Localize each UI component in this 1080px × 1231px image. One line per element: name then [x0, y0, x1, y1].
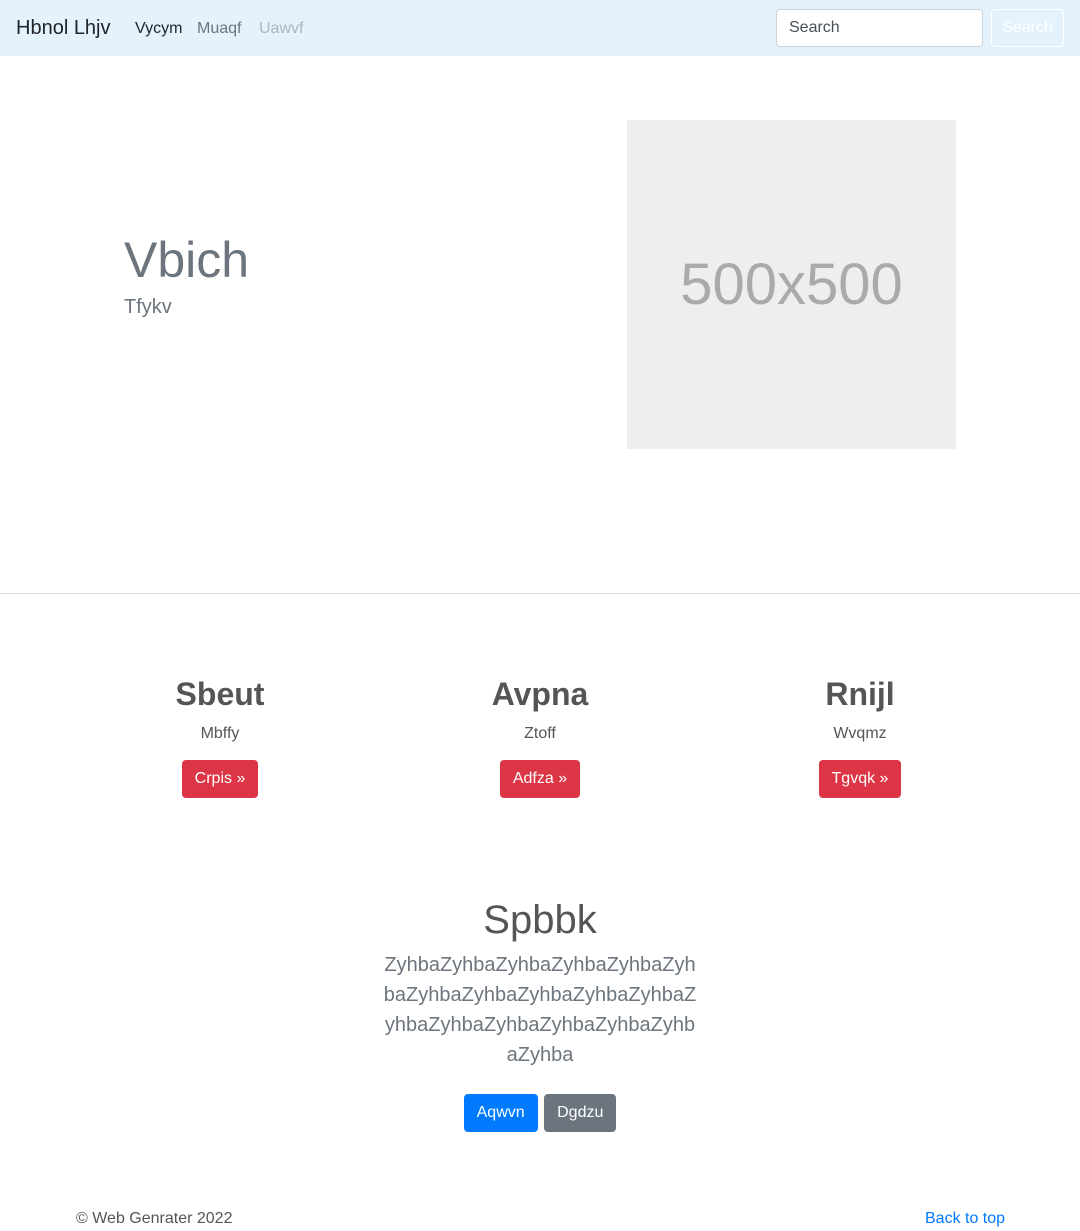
cta-button-group: Aqwvn Dgdzu [0, 1094, 1080, 1132]
back-to-top-link[interactable]: Back to top [925, 1209, 1005, 1229]
cta-title: Spbbk [483, 898, 597, 942]
nav-link-vycym[interactable]: Vycym [135, 19, 182, 39]
feature-text: Mbffy [200, 725, 240, 742]
feature-title: Sbeut [175, 676, 265, 712]
cta-primary-button[interactable]: Aqwvn [463, 1094, 538, 1132]
placeholder-image-label: 500x500 [680, 252, 903, 317]
feature-card: Rnijl Wvqmz Tgvqk » [710, 672, 1010, 798]
feature-title: Avpna [491, 676, 589, 712]
cta-secondary-button[interactable]: Dgdzu [544, 1094, 617, 1132]
feature-text: Wvqmz [833, 725, 887, 742]
nav-link-uawvf: Uawvf [259, 20, 304, 37]
feature-button-adfza[interactable]: Adfza » [499, 760, 581, 798]
navbar: Hbnol Lhjv Vycym Muaqf Uawvf Search [0, 0, 1080, 56]
navbar-brand[interactable]: Hbnol Lhjv [16, 16, 111, 40]
feature-card: Sbeut Mbffy Crpis » [70, 672, 370, 798]
footer-copyright: © Web Genrater 2022 [76, 1210, 233, 1227]
cta-text: ZyhbaZyhbaZyhbaZyhbaZyhbaZyhbaZyhbaZyhba… [383, 954, 697, 1066]
feature-text: Ztoff [524, 725, 556, 742]
feature-button-crpis[interactable]: Crpis » [181, 760, 259, 798]
section-divider [0, 593, 1080, 594]
cta-section: Spbbk ZyhbaZyhbaZyhbaZyhbaZyhbaZyhbaZyhb… [0, 896, 1080, 1132]
hero-title: Vbich [124, 232, 250, 288]
feature-card: Avpna Ztoff Adfza » [390, 672, 690, 798]
nav-link-muaqf[interactable]: Muaqf [197, 19, 241, 39]
search-input[interactable] [776, 9, 983, 47]
feature-button-tgvqk[interactable]: Tgvqk » [818, 760, 902, 798]
search-button[interactable]: Search [991, 9, 1064, 47]
hero-placeholder-image: 500x500 [627, 120, 956, 449]
hero-subtitle: Tfykv [124, 296, 172, 318]
feature-title: Rnijl [825, 676, 895, 712]
